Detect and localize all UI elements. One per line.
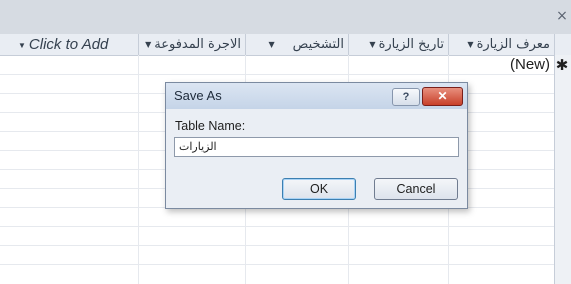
column-header-visit-id[interactable]: معرف الزيارة▼	[449, 34, 555, 55]
datasheet-header-row: معرف الزيارة▼ تاريخ الزيارة▼ التشخيص▼ ال…	[0, 34, 571, 56]
document-tab-bar: ×	[0, 0, 571, 35]
close-tab-icon[interactable]: ×	[555, 8, 569, 24]
table-name-label: Table Name:	[175, 119, 246, 133]
dropdown-arrow-icon[interactable]: ▼	[467, 40, 473, 49]
table-name-input[interactable]: الزيارات	[174, 137, 459, 157]
grid-divider	[0, 264, 555, 265]
column-label: تاريخ الزيارة	[378, 37, 444, 52]
dialog-title-bar[interactable]: Save As ? ✕	[166, 83, 467, 109]
dialog-title: Save As	[174, 88, 222, 103]
dialog-close-button[interactable]: ✕	[422, 87, 463, 106]
column-header-diagnosis[interactable]: التشخيص ▼	[246, 34, 349, 55]
column-header-visit-date[interactable]: تاريخ الزيارة▼	[349, 34, 449, 55]
column-label: معرف الزيارة	[476, 37, 550, 52]
grid-divider	[0, 245, 555, 246]
new-record-cell[interactable]: (New)	[510, 55, 550, 74]
column-header-click-to-add[interactable]: ▼ Click to Add	[18, 34, 139, 55]
column-label: الاجرة المدفوعة	[154, 37, 241, 52]
ok-button[interactable]: OK	[282, 178, 356, 200]
grid-divider	[0, 74, 555, 75]
column-label: التشخيص	[292, 37, 344, 52]
grid-divider	[0, 226, 555, 227]
column-header-fee-paid[interactable]: الاجرة المدفوعة▼	[139, 34, 246, 55]
column-label: Click to Add	[28, 36, 109, 53]
dropdown-arrow-icon[interactable]: ▼	[18, 41, 26, 50]
new-record-marker-icon: ✱	[555, 56, 569, 74]
dropdown-arrow-icon[interactable]: ▼	[145, 40, 151, 49]
dropdown-arrow-icon[interactable]: ▼	[369, 40, 375, 49]
dropdown-arrow-icon[interactable]: ▼	[269, 40, 275, 49]
save-as-dialog: Save As ? ✕ Table Name: الزيارات OK Canc…	[165, 82, 468, 209]
cancel-button[interactable]: Cancel	[374, 178, 458, 200]
record-selector-column[interactable]	[554, 55, 571, 284]
help-button[interactable]: ?	[392, 88, 420, 106]
